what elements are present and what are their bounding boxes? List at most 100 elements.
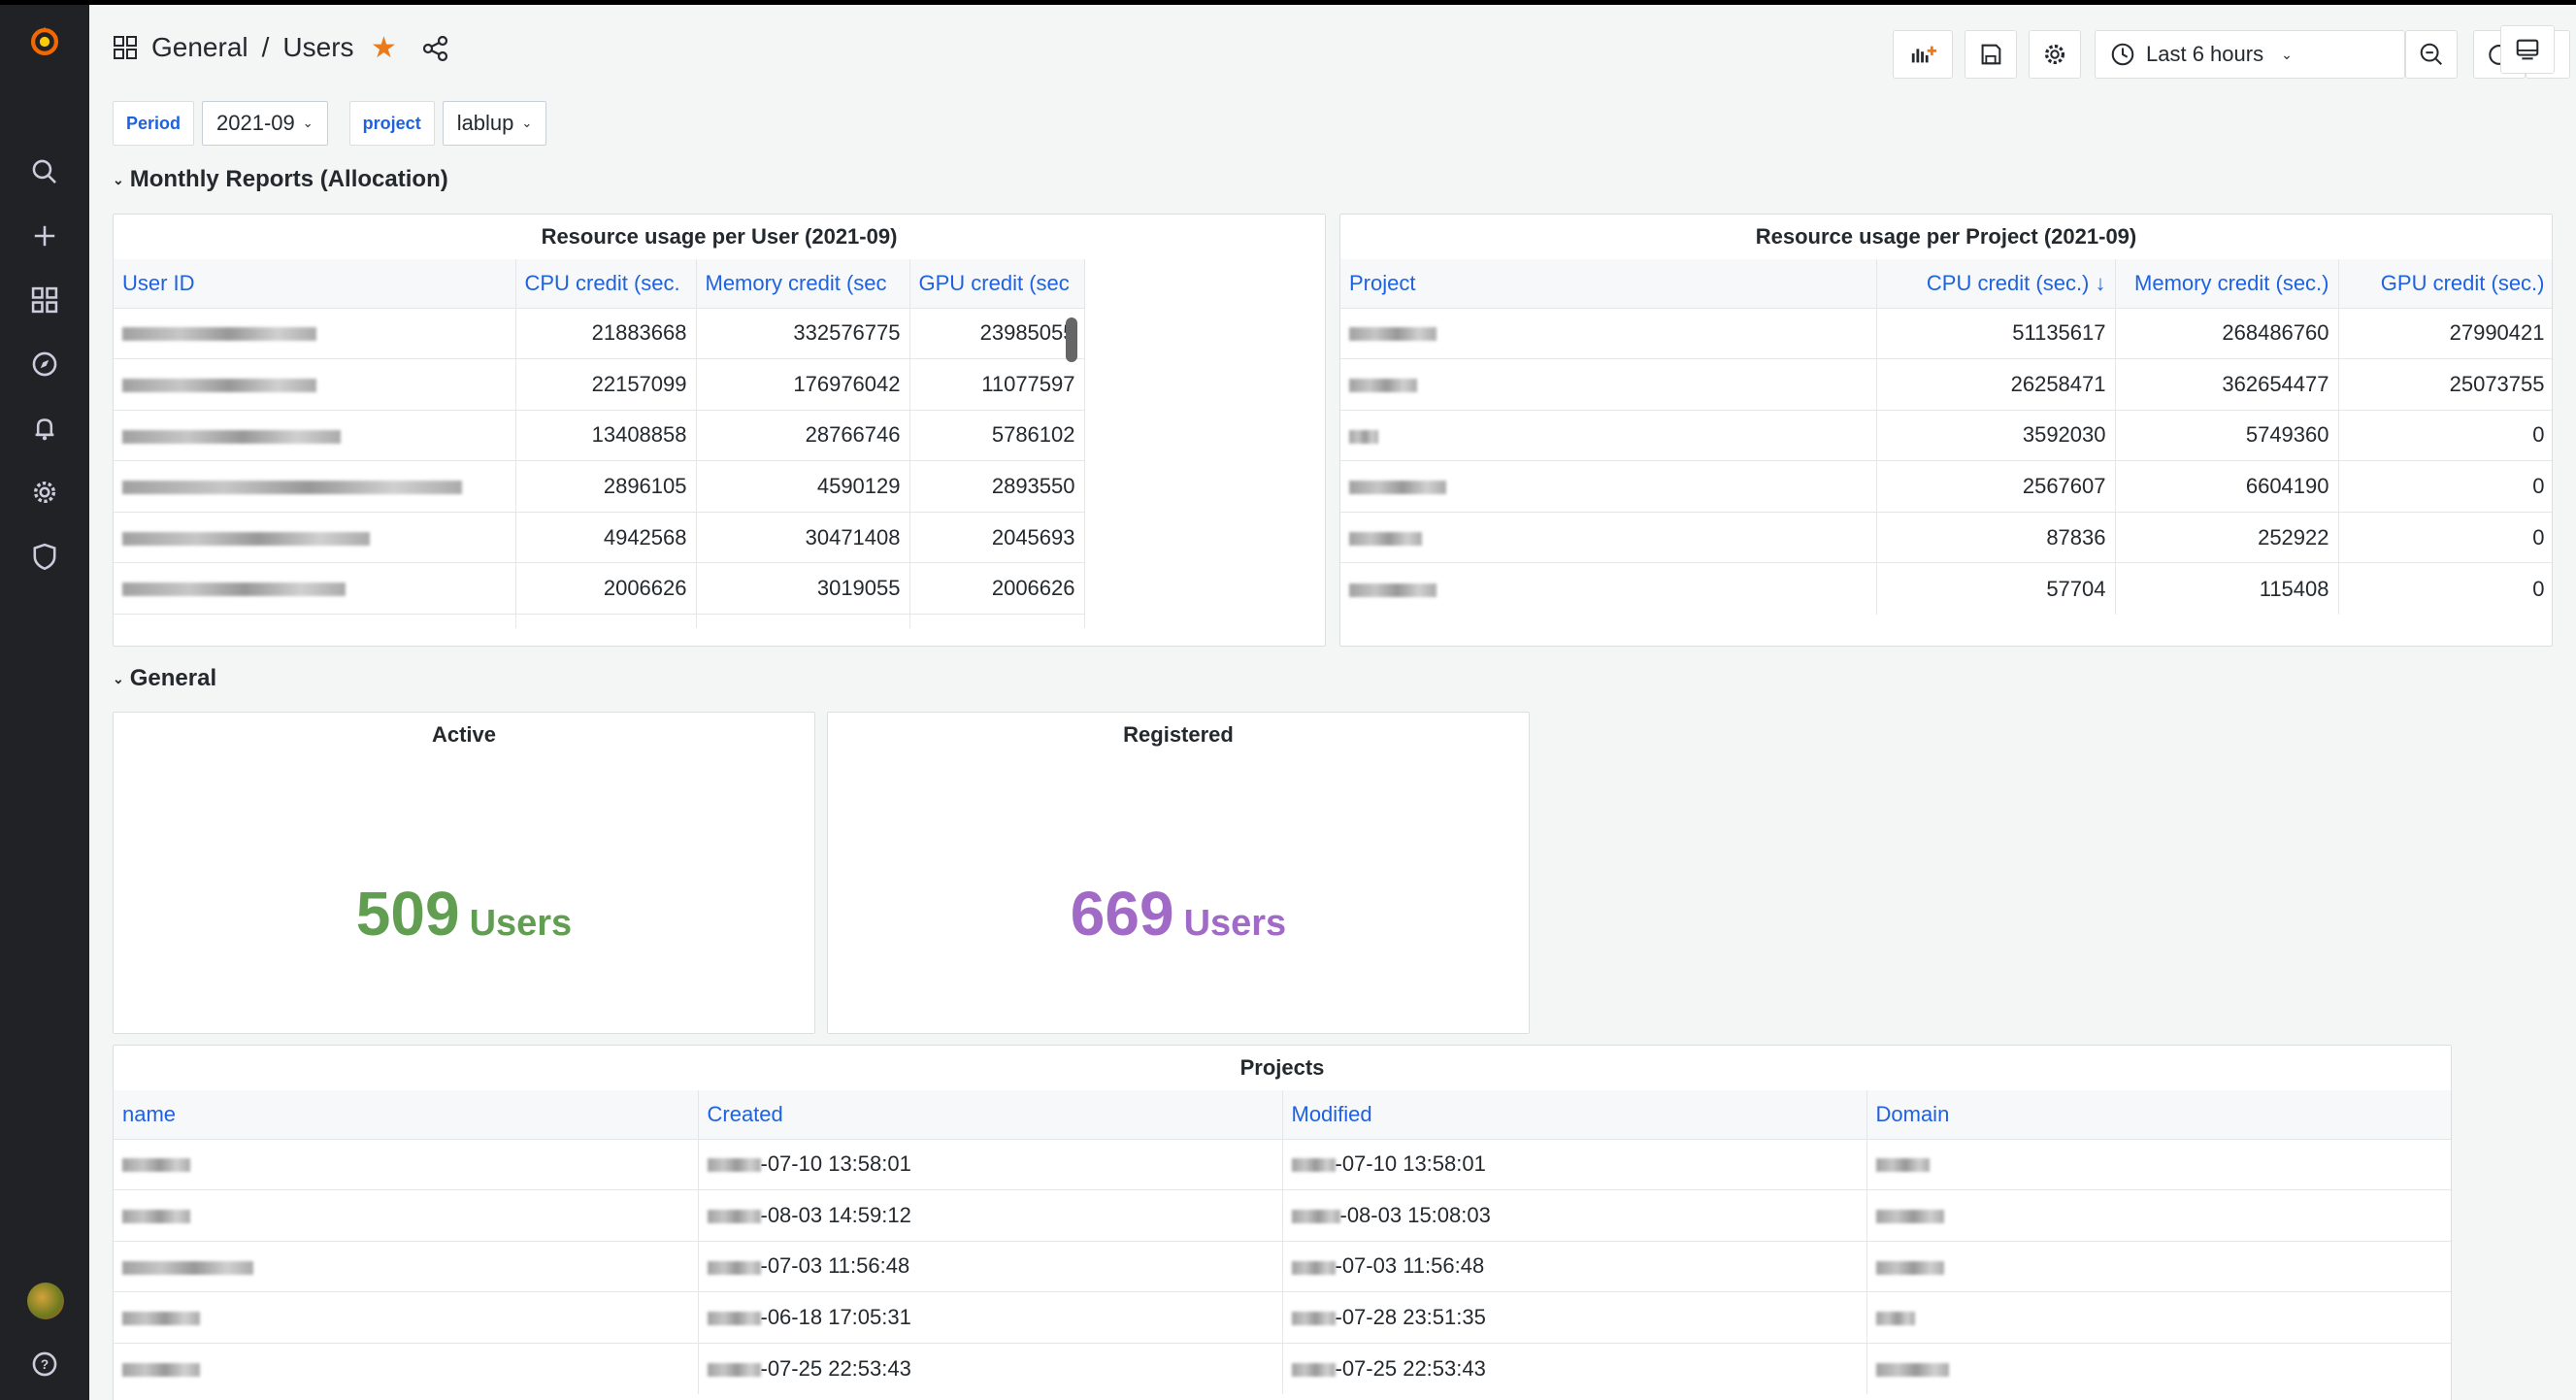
redacted-user-id bbox=[114, 409, 516, 461]
cpu-cell: 22157099 bbox=[515, 358, 697, 411]
project-usage-table: Project CPU credit (sec.) ↓ Memory credi… bbox=[1340, 259, 2552, 615]
avatar[interactable] bbox=[27, 1283, 64, 1319]
table-scrollbar[interactable] bbox=[1066, 317, 1077, 362]
variable-select-period[interactable]: 2021-09 ⌄ bbox=[202, 101, 328, 146]
panel-project-usage: Resource usage per Project (2021-09) Pro… bbox=[1339, 214, 2553, 647]
table-row: -08-03 14:59:12 -08-03 15:08:03 bbox=[114, 1189, 2451, 1242]
zoom-out-button[interactable] bbox=[2405, 30, 2458, 79]
chevron-down-icon: ⌄ bbox=[113, 670, 124, 686]
modified-cell: -07-10 13:58:01 bbox=[1282, 1138, 1867, 1190]
variable-select-project[interactable]: lablup ⌄ bbox=[442, 101, 547, 146]
table-row: -07-10 13:58:01 -07-10 13:58:01 bbox=[114, 1138, 2451, 1190]
cpu-cell: 51135617 bbox=[1876, 307, 2116, 359]
panel-title[interactable]: Active bbox=[114, 713, 814, 757]
dashboard-main: General / Users ★ Last 6 hours ⌄ ⌄ bbox=[89, 5, 2576, 1400]
modified-cell: -07-25 22:53:43 bbox=[1282, 1342, 1867, 1394]
column-header[interactable]: Memory credit (sec bbox=[696, 259, 910, 308]
save-dashboard-button[interactable] bbox=[1965, 30, 2017, 79]
column-header[interactable]: GPU credit (sec.) bbox=[2338, 259, 2552, 308]
breadcrumb: General / Users bbox=[113, 32, 354, 63]
table-row: 2567607 6604190 0 bbox=[1340, 460, 2552, 513]
panel-title[interactable]: Resource usage per Project (2021-09) bbox=[1340, 215, 2552, 259]
memory-cell: 28766746 bbox=[696, 409, 910, 461]
search-icon[interactable] bbox=[25, 152, 64, 191]
cpu-cell: 2006626 bbox=[515, 562, 697, 615]
cpu-cell: 87836 bbox=[1876, 511, 2116, 563]
column-header[interactable]: GPU credit (sec bbox=[909, 259, 1085, 308]
memory-cell: 5749360 bbox=[2115, 409, 2339, 461]
time-picker-button[interactable]: Last 6 hours ⌄ bbox=[2095, 30, 2405, 79]
stat-unit: Users bbox=[1183, 903, 1287, 944]
dashboards-grid-icon[interactable] bbox=[25, 281, 64, 319]
grafana-logo-icon[interactable] bbox=[25, 22, 64, 61]
plus-icon[interactable] bbox=[25, 217, 64, 255]
stat-unit: Users bbox=[469, 903, 573, 944]
column-header[interactable]: Domain bbox=[1866, 1090, 2451, 1139]
redacted-project bbox=[1340, 307, 1877, 359]
dashboard-header: General / Users ★ Last 6 hours ⌄ ⌄ bbox=[89, 5, 2576, 98]
breadcrumb-folder[interactable]: General bbox=[151, 32, 248, 63]
cpu-cell: 2896105 bbox=[515, 460, 697, 513]
chevron-down-icon: ⌄ bbox=[302, 116, 314, 130]
memory-cell: 4590129 bbox=[696, 460, 910, 513]
redacted-name bbox=[114, 1342, 699, 1394]
panel-title[interactable]: Projects bbox=[114, 1046, 2451, 1090]
stat-number: 669 bbox=[1070, 879, 1174, 949]
column-header[interactable]: name bbox=[114, 1090, 699, 1139]
panel-title[interactable]: Registered bbox=[828, 713, 1529, 757]
dashboard-title[interactable]: Users bbox=[282, 32, 353, 63]
memory-cell: 332576775 bbox=[696, 307, 910, 359]
modified-cell: -07-28 23:51:35 bbox=[1282, 1291, 1867, 1344]
variable-value-project: lablup bbox=[456, 111, 514, 135]
panel-title[interactable]: Resource usage per User (2021-09) bbox=[114, 215, 1325, 259]
table-row: 87836 252922 0 bbox=[1340, 511, 2552, 563]
table-row: 13408858 28766746 5786102 bbox=[114, 409, 1085, 461]
dashboard-settings-button[interactable] bbox=[2029, 30, 2081, 79]
column-header[interactable]: Memory credit (sec.) bbox=[2115, 259, 2339, 308]
redacted-domain bbox=[1866, 1342, 2451, 1394]
row-header-monthly[interactable]: ⌄ Monthly Reports (Allocation) bbox=[113, 166, 448, 193]
gear-icon[interactable] bbox=[25, 473, 64, 512]
column-header[interactable]: CPU credit (sec. bbox=[515, 259, 697, 308]
breadcrumb-separator: / bbox=[261, 32, 270, 62]
redacted-user-id bbox=[114, 511, 516, 563]
column-header-sorted[interactable]: CPU credit (sec.) ↓ bbox=[1876, 259, 2116, 308]
table-row: 51135617 268486760 27990421 bbox=[1340, 307, 2552, 359]
gpu-cell: 0 bbox=[2338, 562, 2552, 615]
redacted-project bbox=[1340, 511, 1877, 563]
redacted-domain bbox=[1866, 1189, 2451, 1242]
memory-cell: 30471408 bbox=[696, 511, 910, 563]
table-row: -06-18 17:05:31 -07-28 23:51:35 bbox=[114, 1291, 2451, 1344]
shield-icon[interactable] bbox=[25, 537, 64, 576]
gpu-cell: 0 bbox=[2338, 409, 2552, 461]
row-header-general[interactable]: ⌄ General bbox=[113, 665, 216, 692]
memory-cell: 3019055 bbox=[696, 562, 910, 615]
cpu-cell: 4942568 bbox=[515, 511, 697, 563]
gpu-cell: 23985055 bbox=[909, 307, 1085, 359]
memory-cell: 362654477 bbox=[2115, 358, 2339, 411]
alerting-bell-icon[interactable] bbox=[25, 409, 64, 448]
redacted-name bbox=[114, 1189, 699, 1242]
add-panel-button[interactable] bbox=[1893, 30, 1953, 79]
created-cell: -08-03 14:59:12 bbox=[698, 1189, 1283, 1242]
explore-compass-icon[interactable] bbox=[25, 345, 64, 383]
column-header[interactable]: Modified bbox=[1282, 1090, 1867, 1139]
table-row: 4942568 30471408 2045693 bbox=[114, 511, 1085, 563]
save-icon bbox=[1981, 44, 2001, 65]
share-icon[interactable] bbox=[421, 34, 450, 63]
favorite-star-icon[interactable]: ★ bbox=[371, 34, 397, 63]
gpu-cell: 27990421 bbox=[2338, 307, 2552, 359]
redacted-user-id bbox=[114, 307, 516, 359]
column-header[interactable]: Created bbox=[698, 1090, 1283, 1139]
tv-mode-button[interactable] bbox=[2500, 25, 2555, 74]
redacted-domain bbox=[1866, 1138, 2451, 1190]
table-row bbox=[114, 614, 1085, 628]
help-icon[interactable]: ? bbox=[25, 1345, 64, 1383]
table-row: 3592030 5749360 0 bbox=[1340, 409, 2552, 461]
cpu-cell: 21883668 bbox=[515, 307, 697, 359]
column-header[interactable]: User ID bbox=[114, 259, 516, 308]
table-row: 21883668 332576775 23985055 bbox=[114, 307, 1085, 359]
column-header[interactable]: Project bbox=[1340, 259, 1877, 308]
redacted-name bbox=[114, 1291, 699, 1344]
memory-cell: 176976042 bbox=[696, 358, 910, 411]
